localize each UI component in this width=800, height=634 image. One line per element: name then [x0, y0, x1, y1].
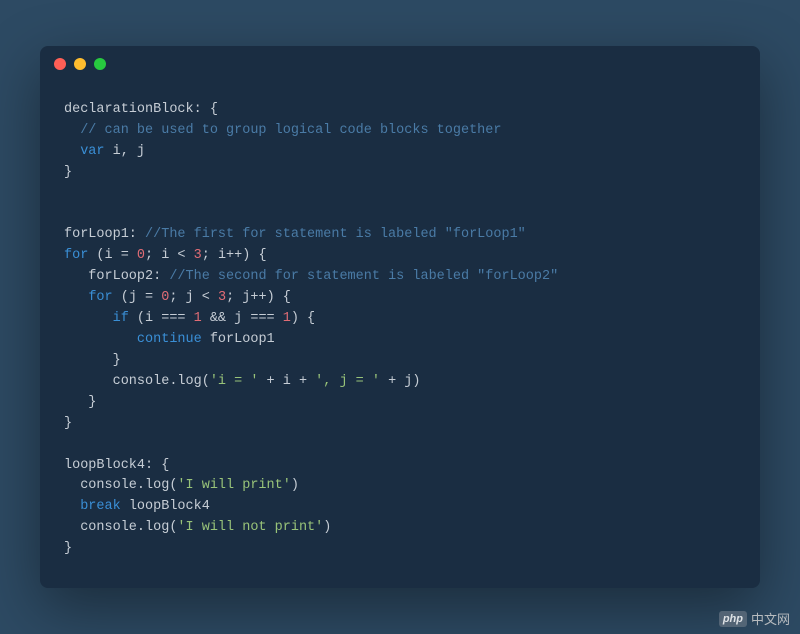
code-text: console.log( [64, 478, 177, 493]
code-number: 1 [194, 311, 202, 326]
code-text [64, 332, 137, 347]
code-text: i, j [105, 144, 146, 159]
code-text: forLoop1: [64, 227, 145, 242]
close-icon[interactable] [54, 58, 66, 70]
code-comment: //The second for statement is labeled "f… [169, 269, 558, 284]
code-string: ', j = ' [315, 374, 380, 389]
code-text: ; j < [169, 290, 218, 305]
code-text: (j = [113, 290, 162, 305]
code-keyword: for [88, 290, 112, 305]
watermark-logo: php [719, 611, 747, 627]
code-keyword: for [64, 248, 88, 263]
code-number: 3 [194, 248, 202, 263]
code-keyword: var [80, 144, 104, 159]
code-text: } [64, 353, 121, 368]
code-text: loopBlock4 [121, 499, 210, 514]
titlebar [40, 46, 760, 82]
code-text: } [64, 416, 72, 431]
code-text: (i = [88, 248, 137, 263]
code-text: declarationBlock: { [64, 102, 218, 117]
code-comment: // can be used to group logical code blo… [80, 123, 501, 138]
code-text: ) [291, 478, 299, 493]
code-text: ) { [291, 311, 315, 326]
code-block: declarationBlock: { // can be used to gr… [40, 82, 760, 588]
code-text: console.log( [64, 374, 210, 389]
code-string: 'I will not print' [177, 520, 323, 535]
code-text: ; j++) { [226, 290, 291, 305]
code-comment: //The first for statement is labeled "fo… [145, 227, 526, 242]
code-text: + i + [258, 374, 315, 389]
code-text: ; i++) { [202, 248, 267, 263]
code-string: 'I will print' [177, 478, 290, 493]
code-text: + j) [380, 374, 421, 389]
code-number: 1 [283, 311, 291, 326]
code-text: ; i < [145, 248, 194, 263]
code-text: && j === [202, 311, 283, 326]
minimize-icon[interactable] [74, 58, 86, 70]
code-text: console.log( [64, 520, 177, 535]
code-window: declarationBlock: { // can be used to gr… [40, 46, 760, 588]
code-text: loopBlock4: { [64, 458, 169, 473]
code-number: 0 [137, 248, 145, 263]
watermark: php 中文网 [719, 609, 790, 628]
code-text [64, 123, 80, 138]
code-text: forLoop2: [64, 269, 169, 284]
code-text: } [64, 165, 72, 180]
code-text: (i === [129, 311, 194, 326]
code-keyword: break [80, 499, 121, 514]
code-text: } [64, 541, 72, 556]
code-text: forLoop1 [202, 332, 275, 347]
code-text [64, 311, 113, 326]
code-keyword: continue [137, 332, 202, 347]
code-string: 'i = ' [210, 374, 259, 389]
code-text [64, 290, 88, 305]
code-text: } [64, 395, 96, 410]
code-text: ) [323, 520, 331, 535]
maximize-icon[interactable] [94, 58, 106, 70]
code-text [64, 144, 80, 159]
code-text [64, 499, 80, 514]
code-number: 3 [218, 290, 226, 305]
watermark-text: 中文网 [751, 609, 790, 628]
code-keyword: if [113, 311, 129, 326]
